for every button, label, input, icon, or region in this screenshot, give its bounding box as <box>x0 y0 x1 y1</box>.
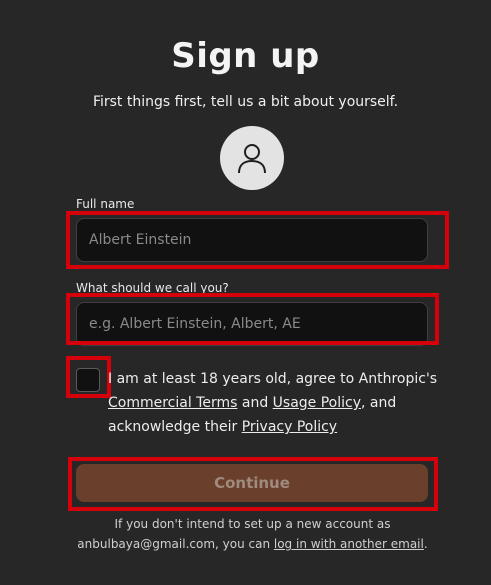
signup-page: Sign up First things first, tell us a bi… <box>0 0 491 585</box>
nickname-input[interactable] <box>76 302 428 346</box>
commercial-terms-link[interactable]: Commercial Terms <box>108 395 237 411</box>
continue-button[interactable]: Continue <box>76 464 428 502</box>
full-name-input[interactable] <box>76 218 428 262</box>
privacy-policy-link[interactable]: Privacy Policy <box>242 419 337 435</box>
user-icon <box>238 144 266 174</box>
avatar[interactable] <box>220 126 284 190</box>
full-name-label: Full name <box>76 197 135 211</box>
nickname-label: What should we call you? <box>76 281 229 295</box>
footer-note: If you don't intend to set up a new acco… <box>77 517 428 551</box>
login-other-email-link[interactable]: log in with another email <box>274 537 424 551</box>
page-subtitle: First things first, tell us a bit about … <box>92 94 399 110</box>
page-title: Sign up <box>171 36 320 76</box>
age-terms-checkbox[interactable] <box>76 368 100 392</box>
usage-policy-link[interactable]: Usage Policy <box>273 395 361 411</box>
terms-text: I am at least 18 years old, agree to Ant… <box>108 371 438 435</box>
